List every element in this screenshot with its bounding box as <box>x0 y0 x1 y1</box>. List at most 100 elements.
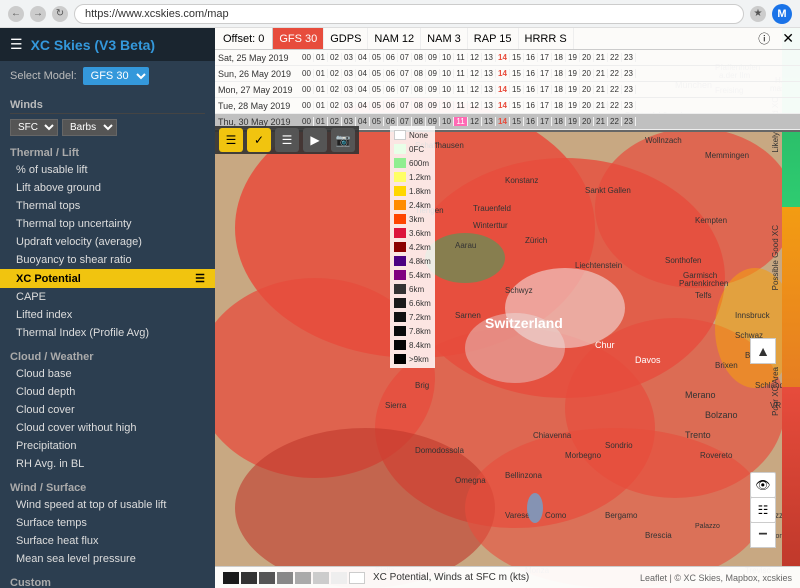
svg-text:Memmingen: Memmingen <box>705 151 749 160</box>
offset-label: Offset: <box>223 33 255 45</box>
map-control-bar: ☰ ✓ ☰ ▶ 📷 <box>215 126 359 154</box>
model-tab-gdps[interactable]: GDPS <box>324 28 368 49</box>
url-bar[interactable]: https://www.xcskies.com/map <box>74 4 744 24</box>
forward-button[interactable]: → <box>30 6 46 22</box>
svg-text:Varese: Varese <box>505 511 530 520</box>
visibility-button[interactable]: 👁 <box>750 472 776 498</box>
svg-text:Kempten: Kempten <box>695 216 727 225</box>
svg-text:Palazzo: Palazzo <box>695 523 720 530</box>
svg-text:Como: Como <box>545 511 567 520</box>
winds-row: SFC Barbs <box>10 117 205 138</box>
model-tabs: GFS 30 GDPS NAM 12 NAM 3 RAP 15 HRRR S <box>273 28 573 49</box>
model-tab-nam3[interactable]: NAM 3 <box>421 28 468 49</box>
date-label-2: Mon, 27 May 2019 <box>215 85 300 95</box>
date-row-2: Mon, 27 May 2019 00010203040506070809101… <box>215 82 800 98</box>
menu-item-sea-level-pressure[interactable]: Mean sea level pressure <box>0 550 215 568</box>
camera-button[interactable]: 📷 <box>331 128 355 152</box>
winds-level-select[interactable]: SFC <box>10 119 58 136</box>
cloud-category: Cloud / Weather <box>0 346 215 365</box>
color-swatch-legend <box>223 572 365 584</box>
menu-item-cloud-cover[interactable]: Cloud cover <box>0 401 215 419</box>
svg-text:Aarau: Aarau <box>455 241 476 250</box>
scroll-up-button[interactable]: ▲ <box>750 338 776 364</box>
menu-item-rh-avg[interactable]: RH Avg. in BL <box>0 455 215 473</box>
thermal-category: Thermal / Lift <box>0 142 215 161</box>
swatch-1 <box>223 572 239 584</box>
menu-item-precipitation[interactable]: Precipitation <box>0 437 215 455</box>
back-button[interactable]: ← <box>8 6 24 22</box>
menu-item-cloud-depth[interactable]: Cloud depth <box>0 383 215 401</box>
svg-text:Konstanz: Konstanz <box>505 176 538 185</box>
model-tab-gfs30[interactable]: GFS 30 <box>273 28 324 49</box>
wind-surface-category: Wind / Surface <box>0 477 215 496</box>
profile-avatar[interactable]: M <box>772 4 792 24</box>
layer-button[interactable]: ☰ <box>219 128 243 152</box>
hamburger-icon[interactable]: ☰ <box>10 36 23 53</box>
legend-poor <box>782 387 800 566</box>
svg-text:Brig: Brig <box>415 381 429 390</box>
menu-item-cape[interactable]: CAPE <box>0 288 215 306</box>
list-button[interactable]: ☰ <box>275 128 299 152</box>
sidebar-header: ☰ XC Skies (V3 Beta) <box>0 28 215 61</box>
play-button[interactable]: ▶ <box>303 128 327 152</box>
menu-item-thermal-index[interactable]: Thermal Index (Profile Avg) <box>0 324 215 342</box>
scale-bar: None 0FC 600m 1.2km 1.8km 2.4km 3km 3.6k… <box>390 126 435 368</box>
svg-text:Liechtenstein: Liechtenstein <box>575 261 622 270</box>
layers-button[interactable]: ☷ <box>750 497 776 523</box>
menu-item-wind-usable-lift[interactable]: Wind speed at top of usable lift <box>0 496 215 514</box>
menu-item-updraft[interactable]: Updraft velocity (average) <box>0 233 215 251</box>
model-tab-hrrrs[interactable]: HRRR S <box>519 28 574 49</box>
zoom-out-button[interactable]: − <box>750 522 776 548</box>
map-area[interactable]: München Augsburg Memmingen Schaffhausen … <box>215 28 800 588</box>
svg-text:Bolzano: Bolzano <box>705 410 738 420</box>
menu-item-usable-lift[interactable]: % of usable lift <box>0 161 215 179</box>
menu-item-thermal-uncertainty[interactable]: Thermal top uncertainty <box>0 215 215 233</box>
svg-text:Winterttur: Winterttur <box>473 221 508 230</box>
menu-item-surface-heat[interactable]: Surface heat flux <box>0 532 215 550</box>
menu-item-cloud-base[interactable]: Cloud base <box>0 365 215 383</box>
date-grid: Sat, 25 May 2019 00010203040506070809101… <box>215 50 800 132</box>
menu-item-buoyancy[interactable]: Buoyancy to shear ratio <box>0 251 215 269</box>
custom-category: Custom <box>0 572 215 588</box>
date-label-0: Sat, 25 May 2019 <box>215 53 300 63</box>
date-label-4: Thu, 30 May 2019 <box>215 117 300 127</box>
svg-text:Merano: Merano <box>685 390 716 400</box>
menu-item-cloud-cover-high[interactable]: Cloud cover without high <box>0 419 215 437</box>
hour-cells-0: 0001020304050607080910111213141516171819… <box>300 53 800 62</box>
date-row-1: Sun, 26 May 2019 00010203040506070809101… <box>215 66 800 82</box>
date-row-0: Sat, 25 May 2019 00010203040506070809101… <box>215 50 800 66</box>
check-button[interactable]: ✓ <box>247 128 271 152</box>
date-label-1: Sun, 26 May 2019 <box>215 69 300 79</box>
svg-text:Davos: Davos <box>635 355 661 365</box>
menu-item-lifted-index[interactable]: Lifted index <box>0 306 215 324</box>
svg-text:Zürich: Zürich <box>525 236 547 245</box>
menu-item-xc-potential[interactable]: XC Potential ☰ <box>0 269 215 288</box>
map-attribution: Leaflet | © XC Skies, Mapbox, xcskies <box>640 573 792 583</box>
menu-item-lift-above[interactable]: Lift above ground <box>0 179 215 197</box>
model-select-row: Select Model: GFS 30 <box>0 61 215 91</box>
model-dropdown[interactable]: GFS 30 <box>83 67 149 85</box>
model-tab-nam12[interactable]: NAM 12 <box>368 28 421 49</box>
svg-text:Switzerland: Switzerland <box>485 315 563 331</box>
model-tab-rap15[interactable]: RAP 15 <box>468 28 519 49</box>
svg-text:Bellinzona: Bellinzona <box>505 471 542 480</box>
bookmark-button[interactable]: ★ <box>750 6 766 22</box>
info-button[interactable]: ⓘ <box>752 28 776 49</box>
menu-item-surface-temps[interactable]: Surface temps <box>0 514 215 532</box>
reload-button[interactable]: ↻ <box>52 6 68 22</box>
svg-text:Innsbruck: Innsbruck <box>735 311 771 320</box>
hour-cells-3: 0001020304050607080910111213141516171819… <box>300 101 800 110</box>
swatch-7 <box>331 572 347 584</box>
swatch-2 <box>241 572 257 584</box>
winds-section: Winds SFC Barbs <box>0 91 215 140</box>
menu-item-thermal-tops[interactable]: Thermal tops <box>0 197 215 215</box>
legend-description: XC Potential, Winds at SFC m (kts) <box>373 572 529 583</box>
main-container: ☰ XC Skies (V3 Beta) Select Model: GFS 3… <box>0 28 800 588</box>
winds-display-select[interactable]: Barbs <box>62 119 117 136</box>
svg-text:Trento: Trento <box>685 430 711 440</box>
close-button[interactable]: ✕ <box>776 28 800 49</box>
offset-value: 0 <box>258 33 264 45</box>
swatch-6 <box>313 572 329 584</box>
sidebar: ☰ XC Skies (V3 Beta) Select Model: GFS 3… <box>0 28 215 588</box>
svg-text:Bergamo: Bergamo <box>605 511 638 520</box>
